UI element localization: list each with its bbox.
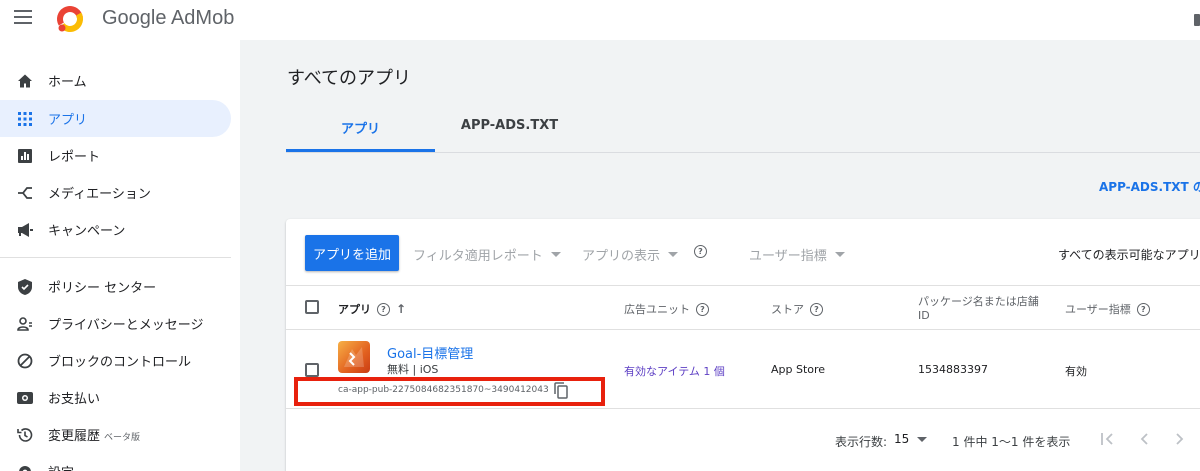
sidebar-item-label: ホーム: [48, 75, 87, 90]
dropdown-arrow-icon: [917, 436, 928, 442]
column-header-package-id: ID: [918, 309, 930, 322]
history-icon: [16, 426, 34, 444]
column-header-app[interactable]: アプリ ? ↑: [338, 301, 406, 317]
app-ads-txt-link[interactable]: APP-ADS.TXT の: [1099, 178, 1200, 195]
megaphone-icon: [16, 221, 34, 239]
help-icon[interactable]: ?: [377, 302, 390, 316]
sidebar-item-campaigns[interactable]: キャンペーン: [0, 211, 231, 248]
mediation-icon: [16, 184, 34, 202]
app-icon: [338, 341, 370, 373]
app-meta: 無料 | iOS: [387, 363, 439, 376]
column-header-ad-units-label: 広告ユニット: [624, 303, 690, 316]
sidebar-item-apps[interactable]: アプリ: [0, 100, 231, 137]
column-header-store: ストア ?: [771, 301, 823, 317]
app-name-link[interactable]: Goal-目標管理: [387, 343, 473, 362]
dropdown-arrow-icon: [668, 252, 679, 257]
payments-icon: [16, 389, 34, 407]
next-page-icon[interactable]: [1168, 427, 1192, 451]
app-view-label: アプリの表示: [582, 249, 661, 264]
sidebar-item-label: ブロックのコントロール: [48, 355, 192, 370]
pagination-range: 1 件中 1〜1 件を表示: [952, 435, 1071, 449]
report-icon: [16, 147, 34, 165]
column-header-user-metrics-label: ユーザー指標: [1065, 303, 1131, 316]
sidebar-item-policy-center[interactable]: ポリシー センター: [0, 268, 231, 305]
dropdown-arrow-icon: [550, 252, 561, 257]
admob-logo: [57, 6, 83, 32]
user-metrics-label: ユーザー指標: [749, 249, 827, 264]
sidebar-item-privacy[interactable]: プライバシーとメッセージ: [0, 305, 231, 342]
sidebar-item-label: 変更履歴 ベータ版: [48, 425, 140, 444]
dropdown-arrow-icon: [834, 252, 845, 257]
column-header-package-label: パッケージ名または店舗: [918, 295, 1039, 308]
tab-divider: [286, 152, 1200, 153]
apps-grid-icon: [16, 110, 34, 128]
rows-per-page-value: 15: [894, 432, 910, 446]
sidebar-item-home[interactable]: ホーム: [0, 62, 231, 99]
sidebar-item-label-text: 変更履歴: [48, 429, 101, 444]
sidebar-item-settings[interactable]: 設定: [0, 453, 231, 471]
package-cell: 1534883397: [918, 363, 988, 376]
column-header-user-metrics: ユーザー指標 ?: [1065, 301, 1150, 317]
account-icon[interactable]: [1194, 14, 1200, 26]
row-divider: [286, 408, 1200, 409]
tab-app-ads-txt[interactable]: APP-ADS.TXT: [435, 118, 584, 152]
brand-title: Google AdMob: [102, 7, 235, 29]
sidebar-item-reports[interactable]: レポート: [0, 137, 231, 174]
home-icon: [16, 72, 34, 90]
filter-report-label: フィルタ適用レポート: [413, 249, 543, 264]
sidebar-item-blocking-controls[interactable]: ブロックのコントロール: [0, 342, 231, 379]
sidebar-item-change-history[interactable]: 変更履歴 ベータ版: [0, 416, 231, 453]
user-metrics-cell: 有効: [1065, 365, 1087, 378]
header-divider: [286, 329, 1200, 330]
sidebar-item-label: メディエーション: [48, 187, 151, 202]
rows-per-page-label: 表示行数:: [835, 435, 888, 449]
tab-apps[interactable]: アプリ: [286, 118, 435, 152]
visible-apps-select[interactable]: すべての表示可能なアプリ: [1058, 246, 1200, 263]
sidebar-item-mediation[interactable]: メディエーション: [0, 174, 231, 211]
sidebar: ホーム アプリ レポート メディエーション キャンペーン ポリシー センター プ…: [0, 40, 240, 471]
help-icon: ?: [694, 245, 707, 258]
top-app-bar: Google AdMob: [0, 0, 1200, 40]
help-button[interactable]: ?: [694, 245, 707, 258]
help-icon[interactable]: ?: [696, 302, 709, 316]
rows-per-page-select[interactable]: 15: [894, 432, 928, 446]
sort-ascending-icon[interactable]: ↑: [396, 302, 406, 316]
add-app-button[interactable]: アプリを追加: [305, 235, 399, 271]
previous-page-icon[interactable]: [1132, 427, 1156, 451]
sidebar-item-label: お支払い: [48, 392, 101, 407]
sidebar-item-label: キャンペーン: [48, 224, 126, 239]
sidebar-item-label: 設定: [48, 462, 74, 471]
help-icon[interactable]: ?: [1136, 302, 1150, 316]
app-view-dropdown[interactable]: アプリの表示: [582, 245, 679, 264]
sidebar-item-label: レポート: [48, 150, 101, 165]
row-checkbox[interactable]: [305, 363, 319, 377]
page-title: すべてのアプリ: [287, 68, 412, 89]
block-icon: [16, 352, 34, 370]
help-icon[interactable]: ?: [810, 302, 823, 316]
highlight-box: [294, 377, 605, 406]
sidebar-divider: [0, 257, 231, 258]
select-all-checkbox[interactable]: [305, 300, 319, 314]
sidebar-item-label: アプリ: [48, 113, 88, 128]
privacy-icon: [16, 315, 34, 333]
sidebar-item-payments[interactable]: お支払い: [0, 379, 231, 416]
ad-units-link[interactable]: 有効なアイテム 1 個: [624, 363, 725, 379]
store-cell: App Store: [771, 363, 826, 376]
column-header-app-label: アプリ: [338, 303, 371, 316]
user-metrics-dropdown[interactable]: ユーザー指標: [749, 245, 845, 264]
filter-report-dropdown[interactable]: フィルタ適用レポート: [413, 245, 561, 264]
menu-icon[interactable]: [14, 10, 32, 24]
toolbar-divider: [286, 285, 1200, 286]
column-header-ad-units: 広告ユニット ?: [624, 301, 709, 317]
sidebar-item-label: ポリシー センター: [48, 281, 157, 296]
column-header-package: パッケージ名または店舗 ID: [918, 293, 1039, 322]
column-header-store-label: ストア: [771, 303, 804, 316]
first-page-icon[interactable]: [1095, 427, 1119, 451]
settings-icon: [16, 463, 34, 471]
sidebar-item-label: プライバシーとメッセージ: [48, 318, 204, 333]
beta-badge: ベータ版: [104, 433, 141, 443]
apps-table-card: アプリを追加 フィルタ適用レポート アプリの表示 ? ユーザー指標 すべての表示…: [286, 219, 1200, 471]
shield-icon: [16, 278, 34, 296]
